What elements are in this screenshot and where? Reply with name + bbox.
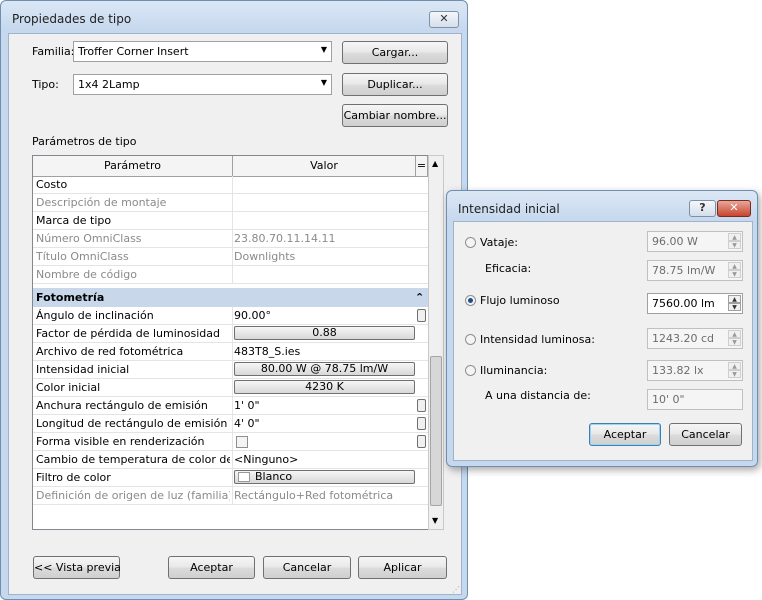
grid-row[interactable]: Factor de pérdida de luminosidad 0.88 xyxy=(33,325,428,343)
grid-row[interactable]: Nombre de código xyxy=(33,266,428,284)
type-value: 1x4 2Lamp xyxy=(78,78,140,91)
group-label: Fotometría xyxy=(36,291,105,304)
grid-row[interactable]: Número OmniClass 23.80.70.11.14.11 xyxy=(33,230,428,248)
value-column-header[interactable]: Valor xyxy=(233,156,416,176)
close-button[interactable]: ✕ xyxy=(717,200,751,217)
dialog-ok-button[interactable]: Aceptar xyxy=(589,423,661,446)
family-value: Troffer Corner Insert xyxy=(78,45,189,58)
luminous-flux-stepper[interactable]: ▲ ▼ xyxy=(728,295,741,312)
type-parameters-grid: Parámetro Valor = Costo Descripción de m… xyxy=(32,155,444,530)
grid-row[interactable]: Definición de origen de luz (familia) Rec… xyxy=(33,487,428,505)
efficacy-field[interactable]: 78.75 lm/W ▲ ▼ xyxy=(647,260,743,281)
equals-column-header[interactable]: = xyxy=(416,156,428,176)
apply-button[interactable]: Aplicar xyxy=(358,556,447,579)
type-parameters-label: Parámetros de tipo xyxy=(32,135,137,148)
ok-button[interactable]: Aceptar xyxy=(168,556,255,579)
illuminance-field[interactable]: 133.82 lx ▲ ▼ xyxy=(647,360,743,381)
distance-field[interactable]: 10' 0" xyxy=(647,389,743,410)
grid-header: Parámetro Valor = xyxy=(33,156,428,177)
scroll-down-icon[interactable]: ▼ xyxy=(432,516,438,525)
wattage-label: Vataje: xyxy=(480,236,518,249)
grid-row[interactable]: Longitud de rectángulo de emisión 4' 0" xyxy=(33,415,428,433)
efficacy-stepper[interactable]: ▲ ▼ xyxy=(728,262,741,279)
duplicate-button[interactable]: Duplicar... xyxy=(342,73,448,96)
scroll-up-icon[interactable]: ▲ xyxy=(432,159,438,168)
grid-row[interactable]: Intensidad inicial 80.00 W @ 78.75 lm/W xyxy=(33,361,428,379)
grid-row[interactable]: Marca de tipo xyxy=(33,212,428,230)
initial-color-button[interactable]: 4230 K xyxy=(234,380,415,394)
luminous-intensity-field[interactable]: 1243.20 cd ▲ ▼ xyxy=(647,328,743,349)
close-icon: ✕ xyxy=(729,201,739,214)
luminous-flux-field[interactable]: 7560.00 lm ▲ ▼ xyxy=(647,293,743,314)
grid-row[interactable]: Título OmniClass Downlights xyxy=(33,248,428,266)
luminous-intensity-stepper[interactable]: ▲ ▼ xyxy=(728,330,741,347)
grid-row[interactable]: Descripción de montaje xyxy=(33,194,428,212)
light-loss-factor-button[interactable]: 0.88 xyxy=(234,326,415,340)
chevron-down-icon: ▼ xyxy=(320,78,327,87)
grid-row[interactable]: Archivo de red fotométrica 483T8_S.ies xyxy=(33,343,428,361)
color-filter-button[interactable]: Blanco xyxy=(234,470,415,484)
grid-row[interactable]: Filtro de color Blanco xyxy=(33,469,428,487)
luminous-intensity-label: Intensidad luminosa: xyxy=(480,333,595,346)
dialog-title: Intensidad inicial xyxy=(458,202,560,216)
param-column-header[interactable]: Parámetro xyxy=(33,156,233,176)
close-icon: ✕ xyxy=(439,12,449,25)
grid-row[interactable]: Anchura rectángulo de emisión 1' 0" xyxy=(33,397,428,415)
visible-in-render-checkbox[interactable] xyxy=(236,436,248,448)
efficacy-label: Eficacia: xyxy=(485,262,532,275)
associate-parameter-button[interactable] xyxy=(417,417,426,430)
grid-row[interactable]: Costo xyxy=(33,176,428,194)
illuminance-label: Iluminancia: xyxy=(480,364,548,377)
resize-grip-icon[interactable]: ⋰ xyxy=(452,585,460,594)
help-button[interactable]: ? xyxy=(689,200,716,217)
wattage-radio[interactable] xyxy=(465,237,476,248)
help-icon: ? xyxy=(699,201,706,214)
luminous-flux-label: Flujo luminoso xyxy=(480,294,560,307)
associate-parameter-button[interactable] xyxy=(417,309,426,322)
load-button[interactable]: Cargar... xyxy=(342,41,448,64)
grid-row[interactable]: Cambio de temperatura de color de l <Ning… xyxy=(33,451,428,469)
family-label: Familia: xyxy=(32,45,75,58)
associate-parameter-button[interactable] xyxy=(417,435,426,448)
grid-row[interactable]: Color inicial 4230 K xyxy=(33,379,428,397)
window-title: Propiedades de tipo xyxy=(12,12,132,26)
type-label: Tipo: xyxy=(32,78,59,91)
luminous-flux-radio[interactable] xyxy=(465,295,476,306)
distance-label: A una distancia de: xyxy=(485,389,591,402)
photometrics-group-header[interactable]: Fotometría ⌃ xyxy=(33,288,428,307)
grid-row[interactable]: Forma visible en renderización xyxy=(33,433,428,451)
type-dropdown[interactable]: 1x4 2Lamp ▼ xyxy=(73,74,332,95)
scroll-thumb[interactable] xyxy=(430,356,442,506)
grid-row[interactable]: Ángulo de inclinación 90.00° xyxy=(33,307,428,325)
luminous-intensity-radio[interactable] xyxy=(465,334,476,345)
rename-button[interactable]: Cambiar nombre... xyxy=(342,104,448,127)
close-button[interactable]: ✕ xyxy=(429,11,459,28)
family-dropdown[interactable]: Troffer Corner Insert ▼ xyxy=(73,41,332,62)
cancel-button[interactable]: Cancelar xyxy=(263,556,351,579)
grid-scrollbar[interactable]: ▲ ▼ xyxy=(428,155,444,530)
wattage-field[interactable]: 96.00 W ▲ ▼ xyxy=(647,231,743,252)
initial-intensity-button[interactable]: 80.00 W @ 78.75 lm/W xyxy=(234,362,415,376)
illuminance-stepper[interactable]: ▲ ▼ xyxy=(728,362,741,379)
color-swatch xyxy=(238,472,250,482)
illuminance-radio[interactable] xyxy=(465,365,476,376)
collapse-icon[interactable]: ⌃ xyxy=(415,291,424,304)
chevron-down-icon: ▼ xyxy=(320,45,327,54)
dialog-cancel-button[interactable]: Cancelar xyxy=(669,423,742,446)
associate-parameter-button[interactable] xyxy=(417,399,426,412)
wattage-stepper[interactable]: ▲ ▼ xyxy=(728,233,741,250)
preview-button[interactable]: << Vista previa xyxy=(33,556,121,579)
